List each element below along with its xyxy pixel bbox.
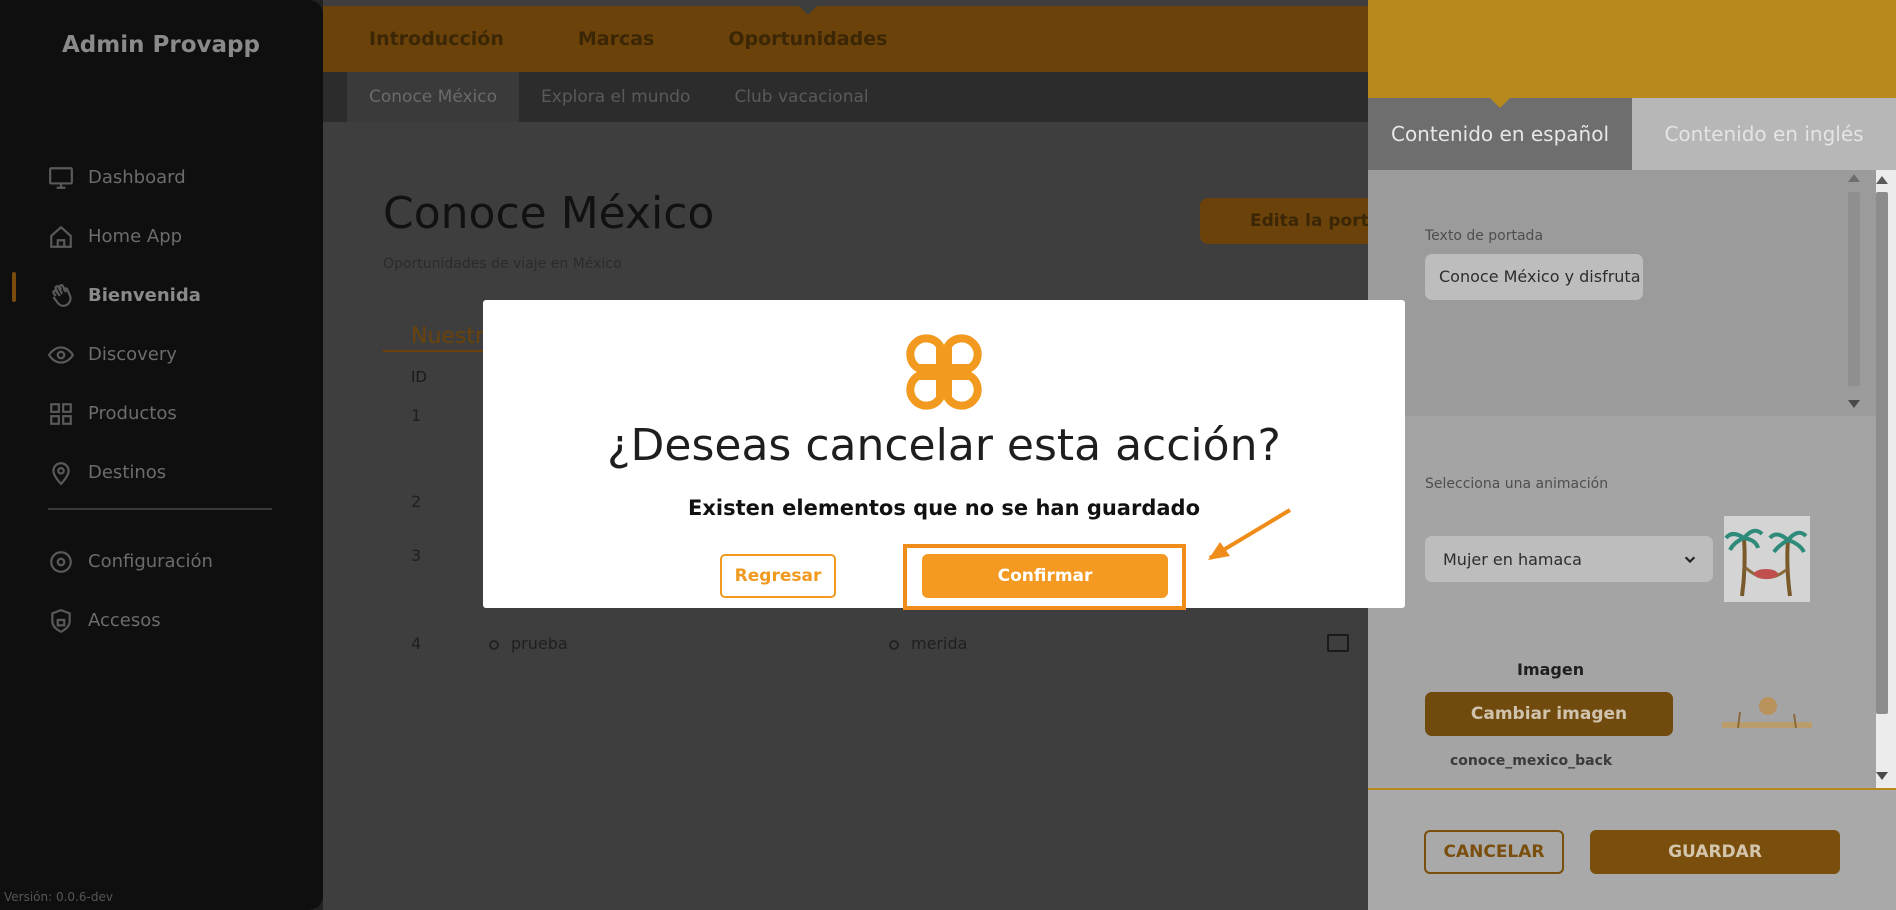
animation-select[interactable]: Mujer en hamaca <box>1425 536 1713 582</box>
sidebar-item-productos[interactable]: Productos <box>48 384 288 443</box>
subtab-conoce-mexico[interactable]: Conoce México <box>347 72 520 122</box>
annotation-arrow-icon <box>1208 508 1292 560</box>
tab-oportunidades[interactable]: Oportunidades <box>728 6 887 50</box>
active-indicator <box>12 272 16 302</box>
column-header-id: ID <box>411 368 427 386</box>
panel-header <box>1368 0 1896 98</box>
row-radio-icon[interactable] <box>489 640 499 650</box>
animation-preview <box>1724 516 1810 602</box>
shield-lock-icon <box>48 608 74 634</box>
sidebar-nav: Dashboard Home App Bienvenida Discovery … <box>48 148 288 502</box>
sidebar: Admin Provapp Dashboard Home App Bienven… <box>0 0 323 910</box>
brand-title: Admin Provapp <box>62 32 260 58</box>
tab-contenido-ingles[interactable]: Contenido en inglés <box>1632 98 1896 170</box>
sub-nav: Conoce México Explora el mundo Club vaca… <box>323 72 1368 122</box>
confirm-button[interactable]: Confirmar <box>922 554 1168 598</box>
version-label: Versión: 0.0.6-dev <box>4 890 113 904</box>
back-button[interactable]: Regresar <box>720 554 836 598</box>
sidebar-item-label: Destinos <box>88 462 167 483</box>
scroll-up-icon[interactable] <box>1848 174 1860 182</box>
sidebar-item-home-app[interactable]: Home App <box>48 207 288 266</box>
sidebar-nav-secondary: Configuración Accesos <box>48 532 288 650</box>
table-cell-destination: merida <box>911 634 968 653</box>
sidebar-item-configuracion[interactable]: Configuración <box>48 532 288 591</box>
table-row-id: 3 <box>411 546 422 565</box>
dialog-title: ¿Deseas cancelar esta acción? <box>607 420 1281 471</box>
sidebar-item-dashboard[interactable]: Dashboard <box>48 148 288 207</box>
scroll-down-icon[interactable] <box>1848 400 1860 408</box>
grid-icon <box>48 401 74 427</box>
sidebar-item-label: Dashboard <box>88 167 186 188</box>
monitor-icon <box>48 165 74 191</box>
animation-select-value: Mujer en hamaca <box>1443 549 1582 569</box>
cancel-button[interactable]: CANCELAR <box>1424 830 1564 874</box>
sidebar-item-label: Productos <box>88 403 177 424</box>
sidebar-item-label: Bienvenida <box>88 285 201 306</box>
top-nav: Introducción Marcas Oportunidades <box>323 6 1368 72</box>
map-pin-icon <box>48 460 74 486</box>
sidebar-divider <box>48 508 272 510</box>
palm-hammock-icon <box>1724 528 1808 597</box>
edit-panel: Contenido en español Contenido en inglés… <box>1368 0 1896 910</box>
edit-cover-button[interactable]: Edita la port <box>1200 198 1368 244</box>
home-icon <box>48 224 74 250</box>
panel-body: Texto de portada Conoce México y disfrut… <box>1368 170 1896 788</box>
clover-logo-icon <box>906 334 982 410</box>
row-radio-icon[interactable] <box>889 640 899 650</box>
animation-label: Selecciona una animación <box>1425 476 1609 492</box>
image-preview <box>1718 684 1816 740</box>
sidebar-item-destinos[interactable]: Destinos <box>48 443 288 502</box>
panel-scrollbar[interactable] <box>1872 172 1894 784</box>
panel-footer: CANCELAR GUARDAR <box>1368 788 1896 910</box>
sidebar-item-accesos[interactable]: Accesos <box>48 591 288 650</box>
page-subtitle: Oportunidades de viaje en México <box>383 256 622 272</box>
image-file-name: conoce_mexico_back <box>1450 753 1613 769</box>
tab-introduccion[interactable]: Introducción <box>369 28 504 50</box>
cover-text-section: Texto de portada Conoce México y disfrut… <box>1368 170 1876 416</box>
textarea-scrollbar[interactable] <box>1844 172 1864 408</box>
image-label: Imagen <box>1517 660 1585 679</box>
panel-tabs: Contenido en español Contenido en inglés <box>1368 97 1896 170</box>
table-row-id: 4 <box>411 634 422 653</box>
scroll-up-icon[interactable] <box>1876 176 1888 184</box>
table-cell-name: prueba <box>511 634 568 653</box>
gear-icon <box>48 549 74 575</box>
subtab-club-vacacional[interactable]: Club vacacional <box>712 72 890 122</box>
table-row-id: 2 <box>411 492 422 511</box>
tab-marcas[interactable]: Marcas <box>578 28 655 50</box>
section-heading: Nuestr <box>411 324 485 349</box>
page-title: Conoce México <box>383 188 715 239</box>
waving-hand-icon <box>48 283 74 309</box>
scroll-thumb[interactable] <box>1848 192 1860 386</box>
table-row-id: 1 <box>411 406 422 425</box>
sidebar-item-label: Discovery <box>88 344 177 365</box>
scroll-down-icon[interactable] <box>1876 772 1888 780</box>
tab-contenido-espanol[interactable]: Contenido en español <box>1368 97 1632 170</box>
chevron-down-icon <box>1684 556 1696 564</box>
cover-text-label: Texto de portada <box>1425 228 1544 244</box>
subtab-explora-el-mundo[interactable]: Explora el mundo <box>519 72 712 122</box>
sidebar-item-label: Accesos <box>88 610 161 631</box>
scroll-thumb[interactable] <box>1876 192 1888 714</box>
eye-icon <box>48 342 74 368</box>
sidebar-item-bienvenida[interactable]: Bienvenida <box>48 266 288 325</box>
beach-image-icon <box>1722 697 1812 729</box>
sidebar-item-label: Home App <box>88 226 183 247</box>
sidebar-item-label: Configuración <box>88 551 213 572</box>
change-image-button[interactable]: Cambiar imagen <box>1425 692 1673 736</box>
cover-text-input[interactable]: Conoce México y disfruta de n <box>1425 254 1643 300</box>
save-button[interactable]: GUARDAR <box>1590 830 1840 874</box>
image-icon[interactable] <box>1327 634 1349 652</box>
sidebar-item-discovery[interactable]: Discovery <box>48 325 288 384</box>
